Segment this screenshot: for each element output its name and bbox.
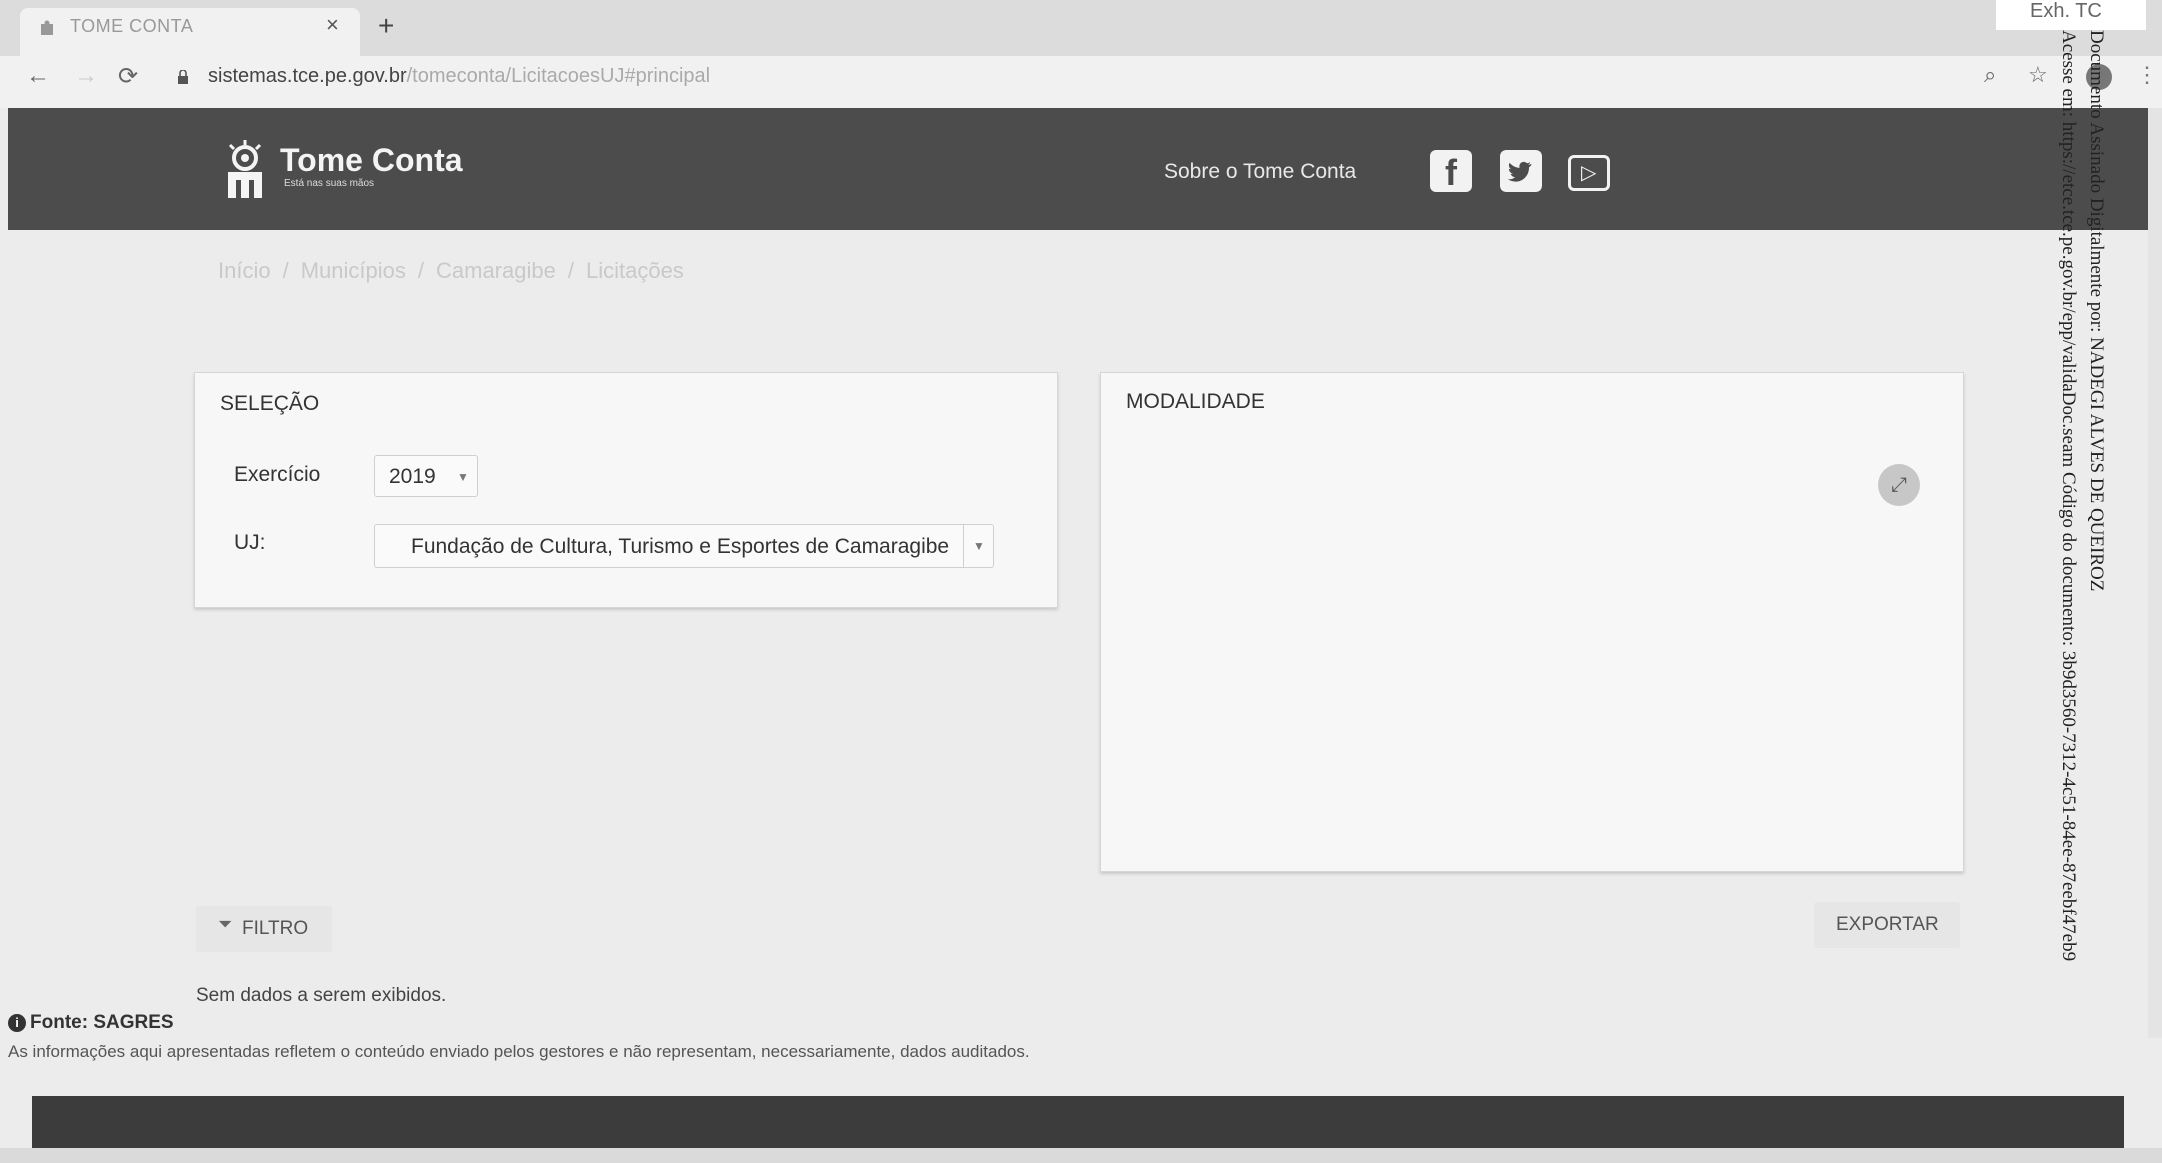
- url-path: /tomeconta/LicitacoesUJ#principal: [406, 65, 711, 87]
- modalidade-title: MODALIDADE: [1126, 390, 1265, 413]
- breadcrumb-item-municipios[interactable]: Municípios: [301, 258, 406, 283]
- browser-menu-icon[interactable]: ⋮: [2136, 62, 2158, 88]
- bookmark-star-icon[interactable]: ☆: [2028, 62, 2048, 88]
- modalidade-panel: [1100, 372, 1964, 872]
- youtube-icon[interactable]: ▷: [1568, 155, 1610, 191]
- new-tab-button[interactable]: +: [378, 10, 394, 42]
- chevron-down-icon: ▼: [457, 470, 469, 484]
- chevron-down-icon: ▼: [973, 539, 985, 553]
- tab-favicon-icon: [41, 20, 53, 35]
- zoom-icon[interactable]: ⌕: [1984, 62, 1996, 88]
- logo-text[interactable]: Tome Conta: [280, 142, 463, 179]
- signature-line-1: Documento Assinado Digitalmente por: NAD…: [2086, 30, 2107, 592]
- breadcrumb-separator: /: [567, 258, 574, 283]
- signature-line-2: Acesse em: https://etce.tce.pe.gov.br/ep…: [2058, 30, 2079, 962]
- uj-value: Fundação de Cultura, Turismo e Esportes …: [411, 535, 950, 558]
- disclaimer-text: As informações aqui apresentadas reflete…: [8, 1042, 1030, 1061]
- facebook-icon[interactable]: f: [1430, 150, 1472, 193]
- info-icon: i: [8, 1013, 26, 1032]
- exportar-label: EXPORTAR: [1836, 914, 1939, 935]
- fonte-label: Fonte: SAGRES: [30, 1012, 174, 1033]
- exercicio-label: Exercício: [234, 463, 321, 486]
- exercicio-select[interactable]: 2019 ▼: [374, 455, 478, 497]
- horizontal-scrollbar[interactable]: [0, 1148, 2162, 1163]
- document-stamp-corner: Exh. TC: [2030, 0, 2102, 22]
- breadcrumb-item-camaragibe[interactable]: Camaragibe: [436, 258, 556, 283]
- filtro-button[interactable]: ⏷ FILTRO: [196, 906, 332, 952]
- logo-tagline: Está nas suas mãos: [284, 178, 375, 189]
- selection-title: SELEÇÃO: [220, 392, 320, 415]
- exercicio-value: 2019: [389, 465, 436, 488]
- tome-conta-logo-icon[interactable]: [222, 140, 268, 198]
- expand-icon: ⤢: [1891, 474, 1907, 496]
- url-host: sistemas.tce.pe.gov.br: [208, 65, 407, 87]
- breadcrumb: Início / Municípios / Camaragibe / Licitações: [218, 258, 684, 284]
- address-bar[interactable]: sistemas.tce.pe.gov.br/tomeconta/Licitac…: [208, 65, 710, 88]
- forward-icon[interactable]: →: [74, 62, 98, 90]
- tab-close-icon[interactable]: ×: [326, 12, 339, 38]
- digital-signature: Documento Assinado Digitalmente por: NAD…: [2054, 30, 2110, 961]
- filter-icon: ⏷: [218, 914, 233, 934]
- expand-chart-button[interactable]: ⤢: [1878, 464, 1920, 506]
- back-icon[interactable]: ←: [26, 62, 50, 90]
- lock-icon: [178, 70, 188, 84]
- breadcrumb-item-licitacoes: Licitações: [585, 258, 684, 283]
- tab-title: TOME CONTA: [70, 16, 194, 36]
- fonte-line: i Fonte: SAGRES: [8, 1012, 174, 1034]
- select-divider: [963, 525, 964, 567]
- reload-icon[interactable]: ⟳: [118, 62, 138, 91]
- selection-panel: [194, 372, 1058, 608]
- vertical-scrollbar[interactable]: [2148, 108, 2162, 1038]
- twitter-icon[interactable]: [1500, 150, 1542, 192]
- no-data-message: Sem dados a serem exibidos.: [196, 985, 447, 1006]
- filtro-label: FILTRO: [242, 918, 309, 939]
- breadcrumb-separator: /: [282, 258, 289, 283]
- youtube-glyph: ▷: [1581, 162, 1597, 184]
- facebook-glyph: f: [1445, 152, 1457, 193]
- uj-select[interactable]: Fundação de Cultura, Turismo e Esportes …: [374, 524, 994, 568]
- breadcrumb-separator: /: [417, 258, 424, 283]
- uj-label: UJ:: [234, 531, 266, 554]
- about-link[interactable]: Sobre o Tome Conta: [1164, 160, 1356, 184]
- site-footer: [32, 1096, 2124, 1148]
- exportar-button[interactable]: EXPORTAR: [1814, 902, 1960, 948]
- breadcrumb-item-inicio[interactable]: Início: [218, 258, 271, 283]
